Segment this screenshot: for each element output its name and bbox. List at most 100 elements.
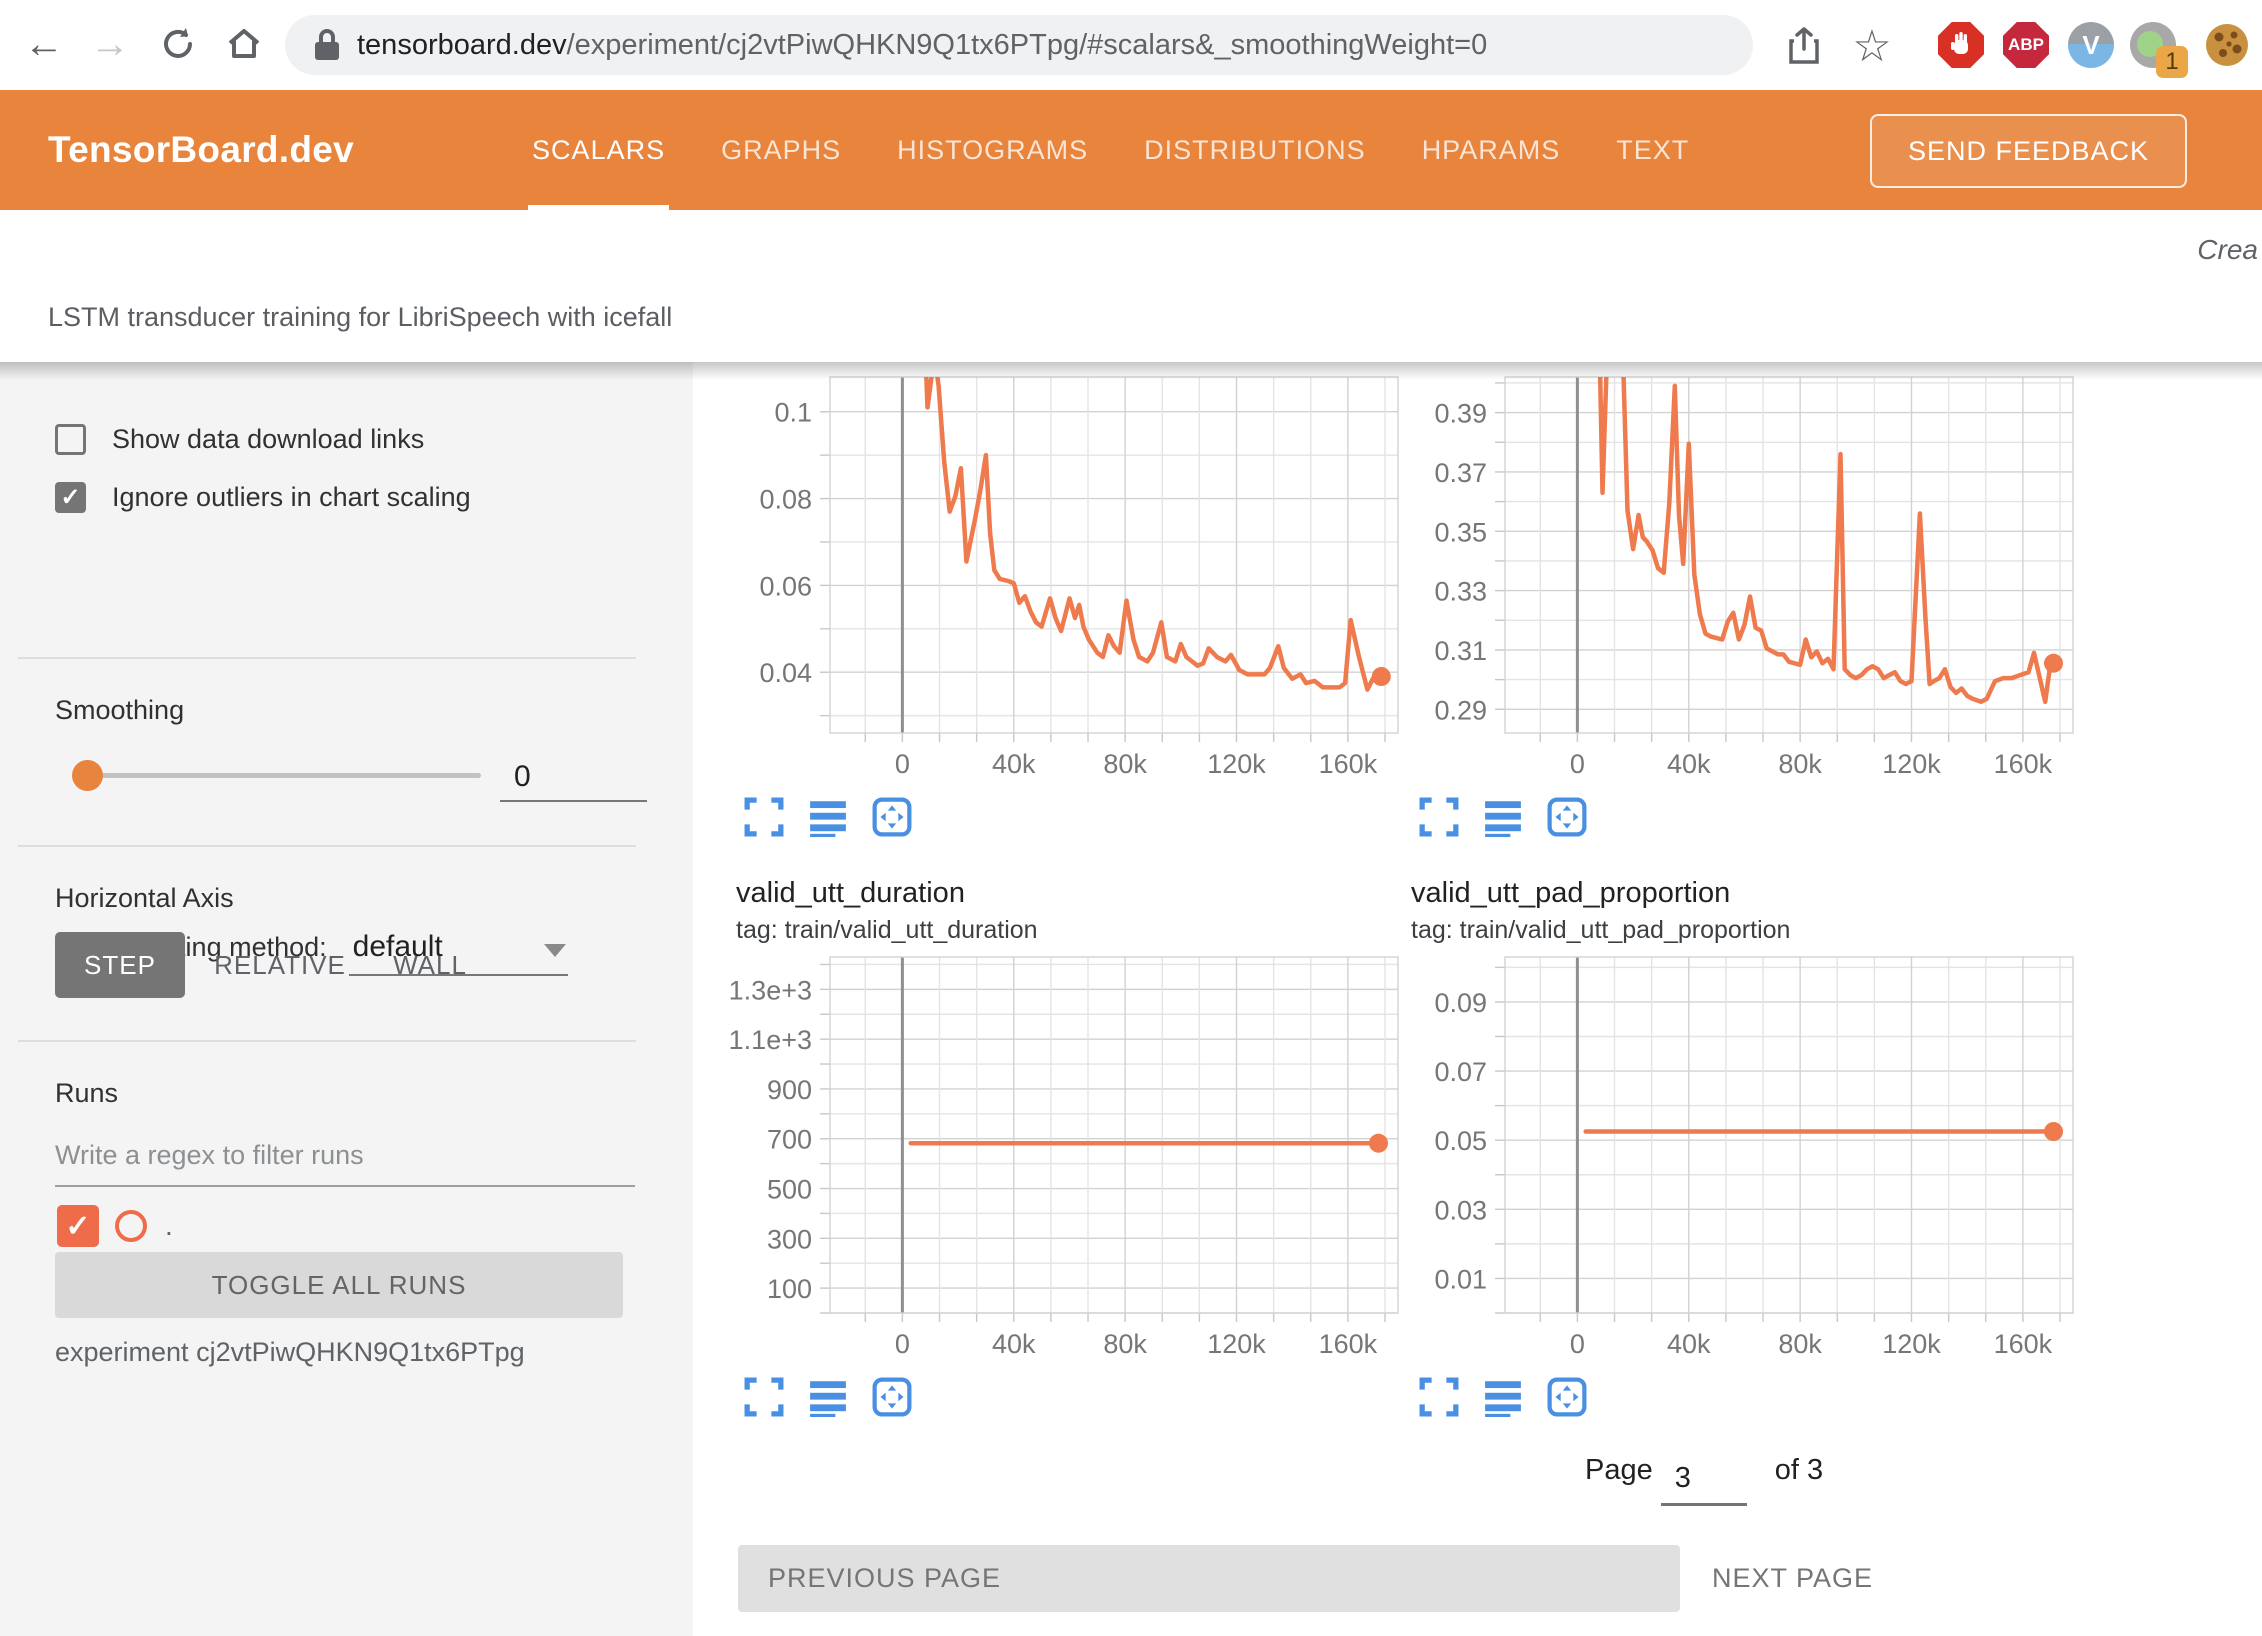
extension-adblock-icon[interactable] <box>1938 22 1984 68</box>
svg-text:120k: 120k <box>1207 749 1266 779</box>
run-checkbox[interactable]: ✓ <box>57 1205 99 1247</box>
stop-hand-glyph <box>1938 22 1984 68</box>
lock-icon <box>313 28 341 62</box>
line-chart-valid-utt-pad-proportion[interactable]: 0.010.030.050.070.09040k80k120k160k <box>1395 947 2085 1377</box>
tab-text[interactable]: TEXT <box>1588 90 1717 210</box>
show-download-links-checkbox[interactable]: Show data download links <box>55 424 424 455</box>
divider <box>18 657 636 659</box>
line-chart-valid-simple-loss[interactable]: 0.290.310.330.350.370.39040k80k120k160k <box>1395 367 2085 797</box>
app-logo[interactable]: TensorBoard.dev <box>48 129 354 171</box>
run-row[interactable]: ✓ . <box>57 1205 173 1247</box>
svg-text:80k: 80k <box>1778 1329 1822 1359</box>
svg-text:80k: 80k <box>1103 1329 1147 1359</box>
svg-text:0.33: 0.33 <box>1434 577 1487 607</box>
tab-scalars[interactable]: SCALARS <box>504 90 693 210</box>
run-color-swatch <box>115 1210 147 1242</box>
experiment-id-note: experiment cj2vtPiwQHKN9Q1tx6PTpg <box>55 1337 525 1368</box>
fullscreen-icon[interactable] <box>744 797 784 837</box>
chevron-down-icon <box>544 944 566 957</box>
previous-page-button[interactable]: PREVIOUS PAGE <box>738 1545 1680 1612</box>
checkbox-unchecked[interactable] <box>55 424 86 455</box>
experiment-title: LSTM transducer training for LibriSpeech… <box>48 302 672 333</box>
chart-card-valid-utt-pad-proportion: valid_utt_pad_proportion tag: train/vali… <box>1395 877 2085 1417</box>
refresh-icon[interactable] <box>152 18 204 70</box>
svg-text:0.07: 0.07 <box>1434 1057 1487 1087</box>
toggle-y-axis-icon[interactable] <box>808 797 848 837</box>
svg-text:0.1: 0.1 <box>774 398 812 428</box>
extension-privacy-icon[interactable]: 1 <box>2130 22 2176 68</box>
svg-text:80k: 80k <box>1103 749 1147 779</box>
svg-text:0: 0 <box>895 1329 910 1359</box>
toggle-all-runs-button[interactable]: TOGGLE ALL RUNS <box>55 1252 623 1318</box>
svg-text:0.01: 0.01 <box>1434 1264 1487 1294</box>
svg-text:0.35: 0.35 <box>1434 517 1487 547</box>
axis-wall-button[interactable]: WALL <box>375 932 485 998</box>
svg-text:80k: 80k <box>1778 749 1822 779</box>
smoothing-value-input[interactable]: 0 <box>500 760 647 802</box>
ignore-outliers-checkbox[interactable]: ✓ Ignore outliers in chart scaling <box>55 482 471 513</box>
fullscreen-icon[interactable] <box>1419 797 1459 837</box>
fullscreen-icon[interactable] <box>1419 1377 1459 1417</box>
svg-text:160k: 160k <box>1319 749 1378 779</box>
url-text: tensorboard.dev/experiment/cj2vtPiwQHKN9… <box>357 29 1487 62</box>
chart-card-valid-pruned-loss: tag: train/valid_pruned_loss 0.040.060.0… <box>720 344 1410 837</box>
clipped-created-text: Crea <box>2197 234 2258 266</box>
header-shadow <box>0 362 2262 380</box>
svg-text:120k: 120k <box>1882 1329 1941 1359</box>
line-chart-valid-utt-duration[interactable]: 1003005007009001.1e+31.3e+3040k80k120k16… <box>720 947 1410 1377</box>
svg-text:0.09: 0.09 <box>1434 988 1487 1018</box>
cookie-extension-icon[interactable] <box>2204 22 2250 68</box>
axis-relative-button[interactable]: RELATIVE <box>205 932 355 998</box>
line-chart-valid-pruned-loss[interactable]: 0.040.060.080.1040k80k120k160k <box>720 367 1410 797</box>
svg-text:160k: 160k <box>1319 1329 1378 1359</box>
extension-abp-icon[interactable]: ABP <box>2003 22 2049 68</box>
forward-icon[interactable]: → <box>84 18 136 70</box>
axis-step-button[interactable]: STEP <box>55 932 185 998</box>
extension-badge: 1 <box>2156 46 2188 78</box>
toggle-y-axis-icon[interactable] <box>1483 1377 1523 1417</box>
svg-text:120k: 120k <box>1882 749 1941 779</box>
tab-graphs[interactable]: GRAPHS <box>693 90 869 210</box>
svg-text:0: 0 <box>1570 749 1585 779</box>
home-icon[interactable] <box>218 18 270 70</box>
svg-text:1.1e+3: 1.1e+3 <box>729 1025 812 1055</box>
pan-zoom-icon[interactable] <box>1547 797 1587 837</box>
svg-text:0.08: 0.08 <box>759 485 812 515</box>
tab-hparams[interactable]: HPARAMS <box>1394 90 1589 210</box>
bookmark-star-icon[interactable]: ☆ <box>1846 20 1898 72</box>
tab-histograms[interactable]: HISTOGRAMS <box>869 90 1116 210</box>
fullscreen-icon[interactable] <box>744 1377 784 1417</box>
svg-text:120k: 120k <box>1207 1329 1266 1359</box>
toggle-y-axis-icon[interactable] <box>1483 797 1523 837</box>
svg-text:100: 100 <box>767 1274 812 1304</box>
checkbox-checked[interactable]: ✓ <box>55 482 86 513</box>
url-bar[interactable]: tensorboard.dev/experiment/cj2vtPiwQHKN9… <box>285 15 1753 75</box>
smoothing-slider-thumb[interactable] <box>72 760 103 791</box>
pan-zoom-icon[interactable] <box>872 1377 912 1417</box>
next-page-button[interactable]: NEXT PAGE <box>1712 1545 1873 1612</box>
chart-toolbar <box>744 797 1410 837</box>
send-feedback-button[interactable]: SEND FEEDBACK <box>1870 114 2187 188</box>
svg-text:160k: 160k <box>1994 749 2053 779</box>
divider <box>18 1040 636 1042</box>
svg-text:500: 500 <box>767 1175 812 1205</box>
share-icon[interactable] <box>1778 20 1830 72</box>
chart-toolbar <box>744 1377 1410 1417</box>
pan-zoom-icon[interactable] <box>1547 1377 1587 1417</box>
smoothing-slider[interactable] <box>85 773 481 778</box>
toggle-y-axis-icon[interactable] <box>808 1377 848 1417</box>
run-filter-input[interactable]: Write a regex to filter runs <box>55 1140 635 1187</box>
divider <box>18 845 636 847</box>
page-number-input[interactable]: 3 <box>1661 1456 1747 1506</box>
chart-card-valid-simple-loss: tag: train/valid_simple_loss 0.290.310.3… <box>1395 344 2085 837</box>
svg-text:0.04: 0.04 <box>759 658 812 688</box>
pagination: Page 3 of 3 <box>1585 1448 1823 1498</box>
gray-circle-glyph: 1 <box>2130 22 2176 68</box>
back-icon[interactable]: ← <box>18 18 70 70</box>
tab-bar: SCALARS GRAPHS HISTOGRAMS DISTRIBUTIONS … <box>504 90 1717 210</box>
extension-v-icon[interactable]: V <box>2068 22 2114 68</box>
page-label: Page <box>1585 1454 1653 1487</box>
pan-zoom-icon[interactable] <box>872 797 912 837</box>
tab-distributions[interactable]: DISTRIBUTIONS <box>1116 90 1394 210</box>
svg-text:0.37: 0.37 <box>1434 458 1487 488</box>
